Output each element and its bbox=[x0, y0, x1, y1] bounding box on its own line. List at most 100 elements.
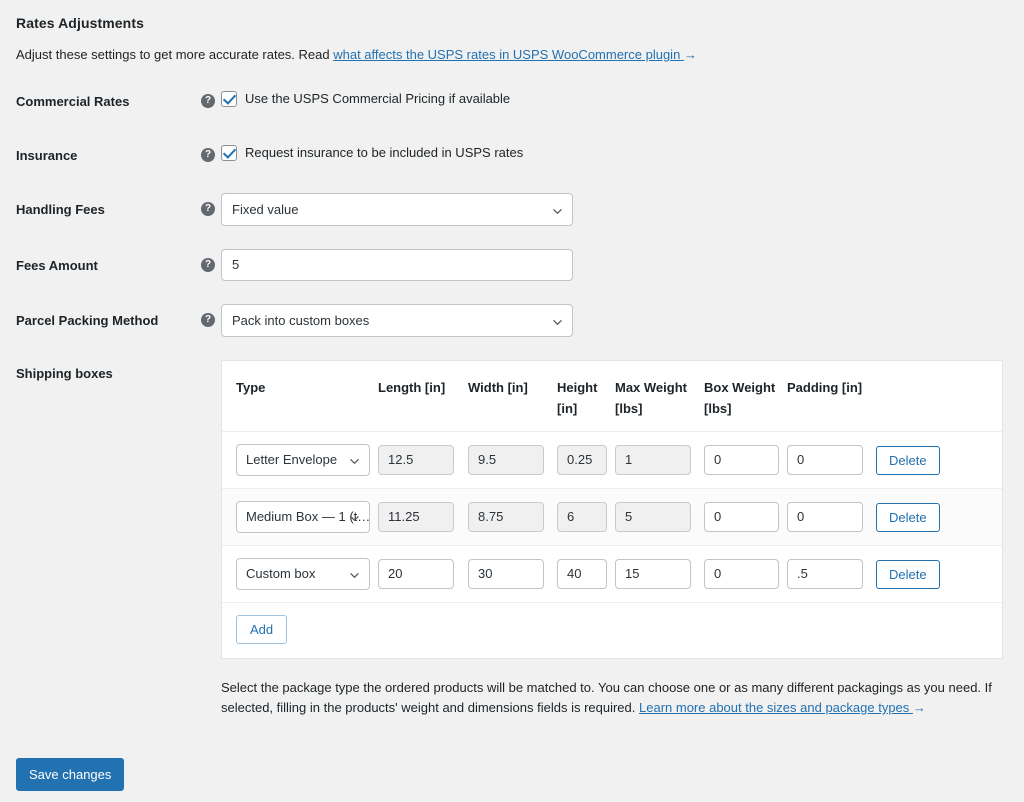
chevron-down-icon bbox=[350, 457, 359, 466]
help-icon[interactable]: ? bbox=[201, 94, 215, 108]
height-input[interactable]: 40 bbox=[557, 559, 607, 589]
length-input[interactable]: 11.25 bbox=[378, 502, 454, 532]
fees-amount-input[interactable]: 5 bbox=[221, 249, 573, 281]
insurance-checkbox[interactable] bbox=[221, 145, 237, 161]
cell-width: 8.75 bbox=[468, 502, 557, 532]
cell-padding: 0 bbox=[787, 502, 876, 532]
handling-fees-select[interactable]: Fixed value bbox=[221, 193, 573, 226]
cell-actions: Delete bbox=[876, 446, 976, 475]
insurance-checkbox-label[interactable]: Request insurance to be included in USPS… bbox=[245, 145, 523, 161]
parcel-packing-method-label: Parcel Packing Method bbox=[16, 312, 201, 330]
cell-padding: .5 bbox=[787, 559, 876, 589]
height-input[interactable]: 0.25 bbox=[557, 445, 607, 475]
delete-button[interactable]: Delete bbox=[876, 503, 940, 532]
usps-rates-info-link-label: what affects the USPS rates in USPS WooC… bbox=[333, 47, 680, 62]
cell-height: 0.25 bbox=[557, 445, 615, 475]
help-icon[interactable]: ? bbox=[201, 148, 215, 162]
max-weight-input[interactable]: 15 bbox=[615, 559, 691, 589]
usps-rates-info-link[interactable]: what affects the USPS rates in USPS WooC… bbox=[333, 47, 697, 62]
commercial-rates-checkbox[interactable] bbox=[221, 91, 237, 107]
max-weight-input[interactable]: 5 bbox=[615, 502, 691, 532]
handling-fees-select-value: Fixed value bbox=[232, 202, 298, 217]
cell-box-weight: 0 bbox=[704, 502, 787, 532]
cell-width: 30 bbox=[468, 559, 557, 589]
column-header-width: Width [in] bbox=[468, 377, 557, 419]
rates-adjustments-page: Rates Adjustments Adjust these settings … bbox=[0, 0, 1024, 802]
cell-type: Custom box bbox=[222, 558, 378, 590]
column-header-length: Length [in] bbox=[378, 377, 468, 419]
width-input[interactable]: 30 bbox=[468, 559, 544, 589]
cell-box-weight: 0 bbox=[704, 559, 787, 589]
width-input[interactable]: 9.5 bbox=[468, 445, 544, 475]
box-weight-input[interactable]: 0 bbox=[704, 502, 779, 532]
column-header-type: Type bbox=[222, 377, 378, 419]
width-input[interactable]: 8.75 bbox=[468, 502, 544, 532]
cell-length: 12.5 bbox=[378, 445, 468, 475]
chevron-down-icon bbox=[553, 207, 562, 216]
column-header-height: Height [in] bbox=[557, 377, 615, 419]
help-icon[interactable]: ? bbox=[201, 202, 215, 216]
save-changes-button[interactable]: Save changes bbox=[16, 758, 124, 791]
column-header-padding: Padding [in] bbox=[787, 377, 876, 419]
table-row: Medium Box — 1 (t… 11.25 8.75 6 5 0 0 De… bbox=[222, 489, 1002, 546]
column-header-max-weight: Max Weight [lbs] bbox=[615, 377, 704, 419]
sizes-package-types-link[interactable]: Learn more about the sizes and package t… bbox=[639, 700, 926, 715]
cell-length: 20 bbox=[378, 559, 468, 589]
box-weight-input[interactable]: 0 bbox=[704, 559, 779, 589]
section-description: Adjust these settings to get more accura… bbox=[16, 47, 697, 62]
padding-input[interactable]: 0 bbox=[787, 502, 863, 532]
box-type-select[interactable]: Letter Envelope bbox=[236, 444, 370, 476]
delete-button[interactable]: Delete bbox=[876, 560, 940, 589]
box-weight-input[interactable]: 0 bbox=[704, 445, 779, 475]
height-input[interactable]: 6 bbox=[557, 502, 607, 532]
cell-actions: Delete bbox=[876, 503, 976, 532]
cell-max-weight: 1 bbox=[615, 445, 704, 475]
help-icon[interactable]: ? bbox=[201, 313, 215, 327]
length-input[interactable]: 12.5 bbox=[378, 445, 454, 475]
table-row: Custom box 20 30 40 15 0 .5 Delete bbox=[222, 546, 1002, 603]
cell-padding: 0 bbox=[787, 445, 876, 475]
shipping-boxes-help-text: Select the package type the ordered prod… bbox=[221, 678, 1003, 718]
box-type-select-value: Custom box bbox=[246, 566, 315, 581]
shipping-boxes-footer: Add bbox=[222, 603, 1002, 658]
length-input[interactable]: 20 bbox=[378, 559, 454, 589]
add-box-button[interactable]: Add bbox=[236, 615, 287, 644]
commercial-rates-checkbox-group: Use the USPS Commercial Pricing if avail… bbox=[221, 91, 510, 107]
padding-input[interactable]: 0 bbox=[787, 445, 863, 475]
help-icon[interactable]: ? bbox=[201, 258, 215, 272]
table-row: Letter Envelope 12.5 9.5 0.25 1 0 0 Dele… bbox=[222, 432, 1002, 489]
box-type-select[interactable]: Custom box bbox=[236, 558, 370, 590]
max-weight-input[interactable]: 1 bbox=[615, 445, 691, 475]
cell-type: Medium Box — 1 (t… bbox=[222, 501, 378, 533]
box-type-select-value: Letter Envelope bbox=[246, 452, 337, 467]
shipping-boxes-table-header: Type Length [in] Width [in] Height [in] … bbox=[222, 361, 1002, 432]
cell-max-weight: 15 bbox=[615, 559, 704, 589]
section-description-text: Adjust these settings to get more accura… bbox=[16, 47, 333, 62]
cell-height: 6 bbox=[557, 502, 615, 532]
column-header-box-weight: Box Weight [lbs] bbox=[704, 377, 787, 419]
page-title: Rates Adjustments bbox=[16, 15, 144, 31]
arrow-right-icon: → bbox=[913, 698, 926, 718]
padding-input[interactable]: .5 bbox=[787, 559, 863, 589]
arrow-right-icon: → bbox=[684, 47, 697, 62]
parcel-packing-method-select-value: Pack into custom boxes bbox=[232, 313, 369, 328]
insurance-label: Insurance bbox=[16, 147, 201, 165]
insurance-checkbox-group: Request insurance to be included in USPS… bbox=[221, 145, 523, 161]
box-type-select[interactable]: Medium Box — 1 (t… bbox=[236, 501, 370, 533]
chevron-down-icon bbox=[350, 571, 359, 580]
cell-length: 11.25 bbox=[378, 502, 468, 532]
cell-height: 40 bbox=[557, 559, 615, 589]
cell-type: Letter Envelope bbox=[222, 444, 378, 476]
handling-fees-label: Handling Fees bbox=[16, 201, 201, 219]
parcel-packing-method-select[interactable]: Pack into custom boxes bbox=[221, 304, 573, 337]
chevron-down-icon bbox=[553, 318, 562, 327]
column-header-actions bbox=[876, 377, 976, 419]
commercial-rates-checkbox-label[interactable]: Use the USPS Commercial Pricing if avail… bbox=[245, 91, 510, 107]
fees-amount-label: Fees Amount bbox=[16, 257, 201, 275]
commercial-rates-label: Commercial Rates bbox=[16, 93, 201, 111]
box-type-select-value: Medium Box — 1 (t… bbox=[246, 509, 370, 524]
cell-box-weight: 0 bbox=[704, 445, 787, 475]
cell-actions: Delete bbox=[876, 560, 976, 589]
delete-button[interactable]: Delete bbox=[876, 446, 940, 475]
cell-max-weight: 5 bbox=[615, 502, 704, 532]
